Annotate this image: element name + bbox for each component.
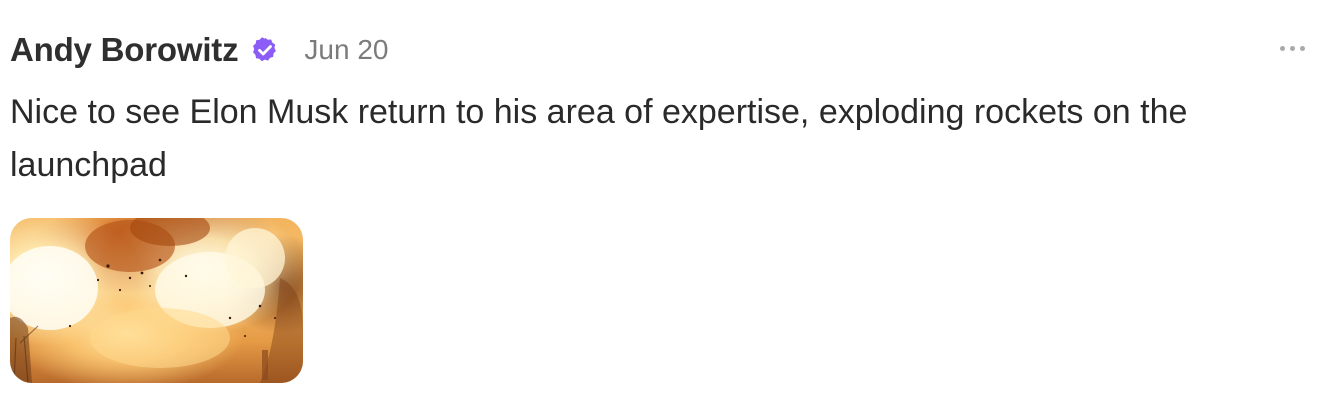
more-horizontal-icon-dot [1299, 45, 1305, 51]
post-image[interactable] [10, 218, 303, 383]
post-card: Andy Borowitz Jun 20 Nice to see Elon Mu… [0, 0, 1340, 405]
author-name[interactable]: Andy Borowitz [10, 31, 239, 69]
more-options-button[interactable] [1270, 30, 1314, 66]
more-horizontal-icon [1279, 45, 1285, 51]
explosion-image [10, 218, 303, 383]
verified-badge-icon [250, 35, 280, 65]
more-horizontal-icon-dot [1289, 45, 1295, 51]
post-date[interactable]: Jun 20 [304, 34, 388, 66]
post-text: Nice to see Elon Musk return to his area… [10, 93, 1188, 184]
post-header: Andy Borowitz Jun 20 [10, 28, 388, 72]
